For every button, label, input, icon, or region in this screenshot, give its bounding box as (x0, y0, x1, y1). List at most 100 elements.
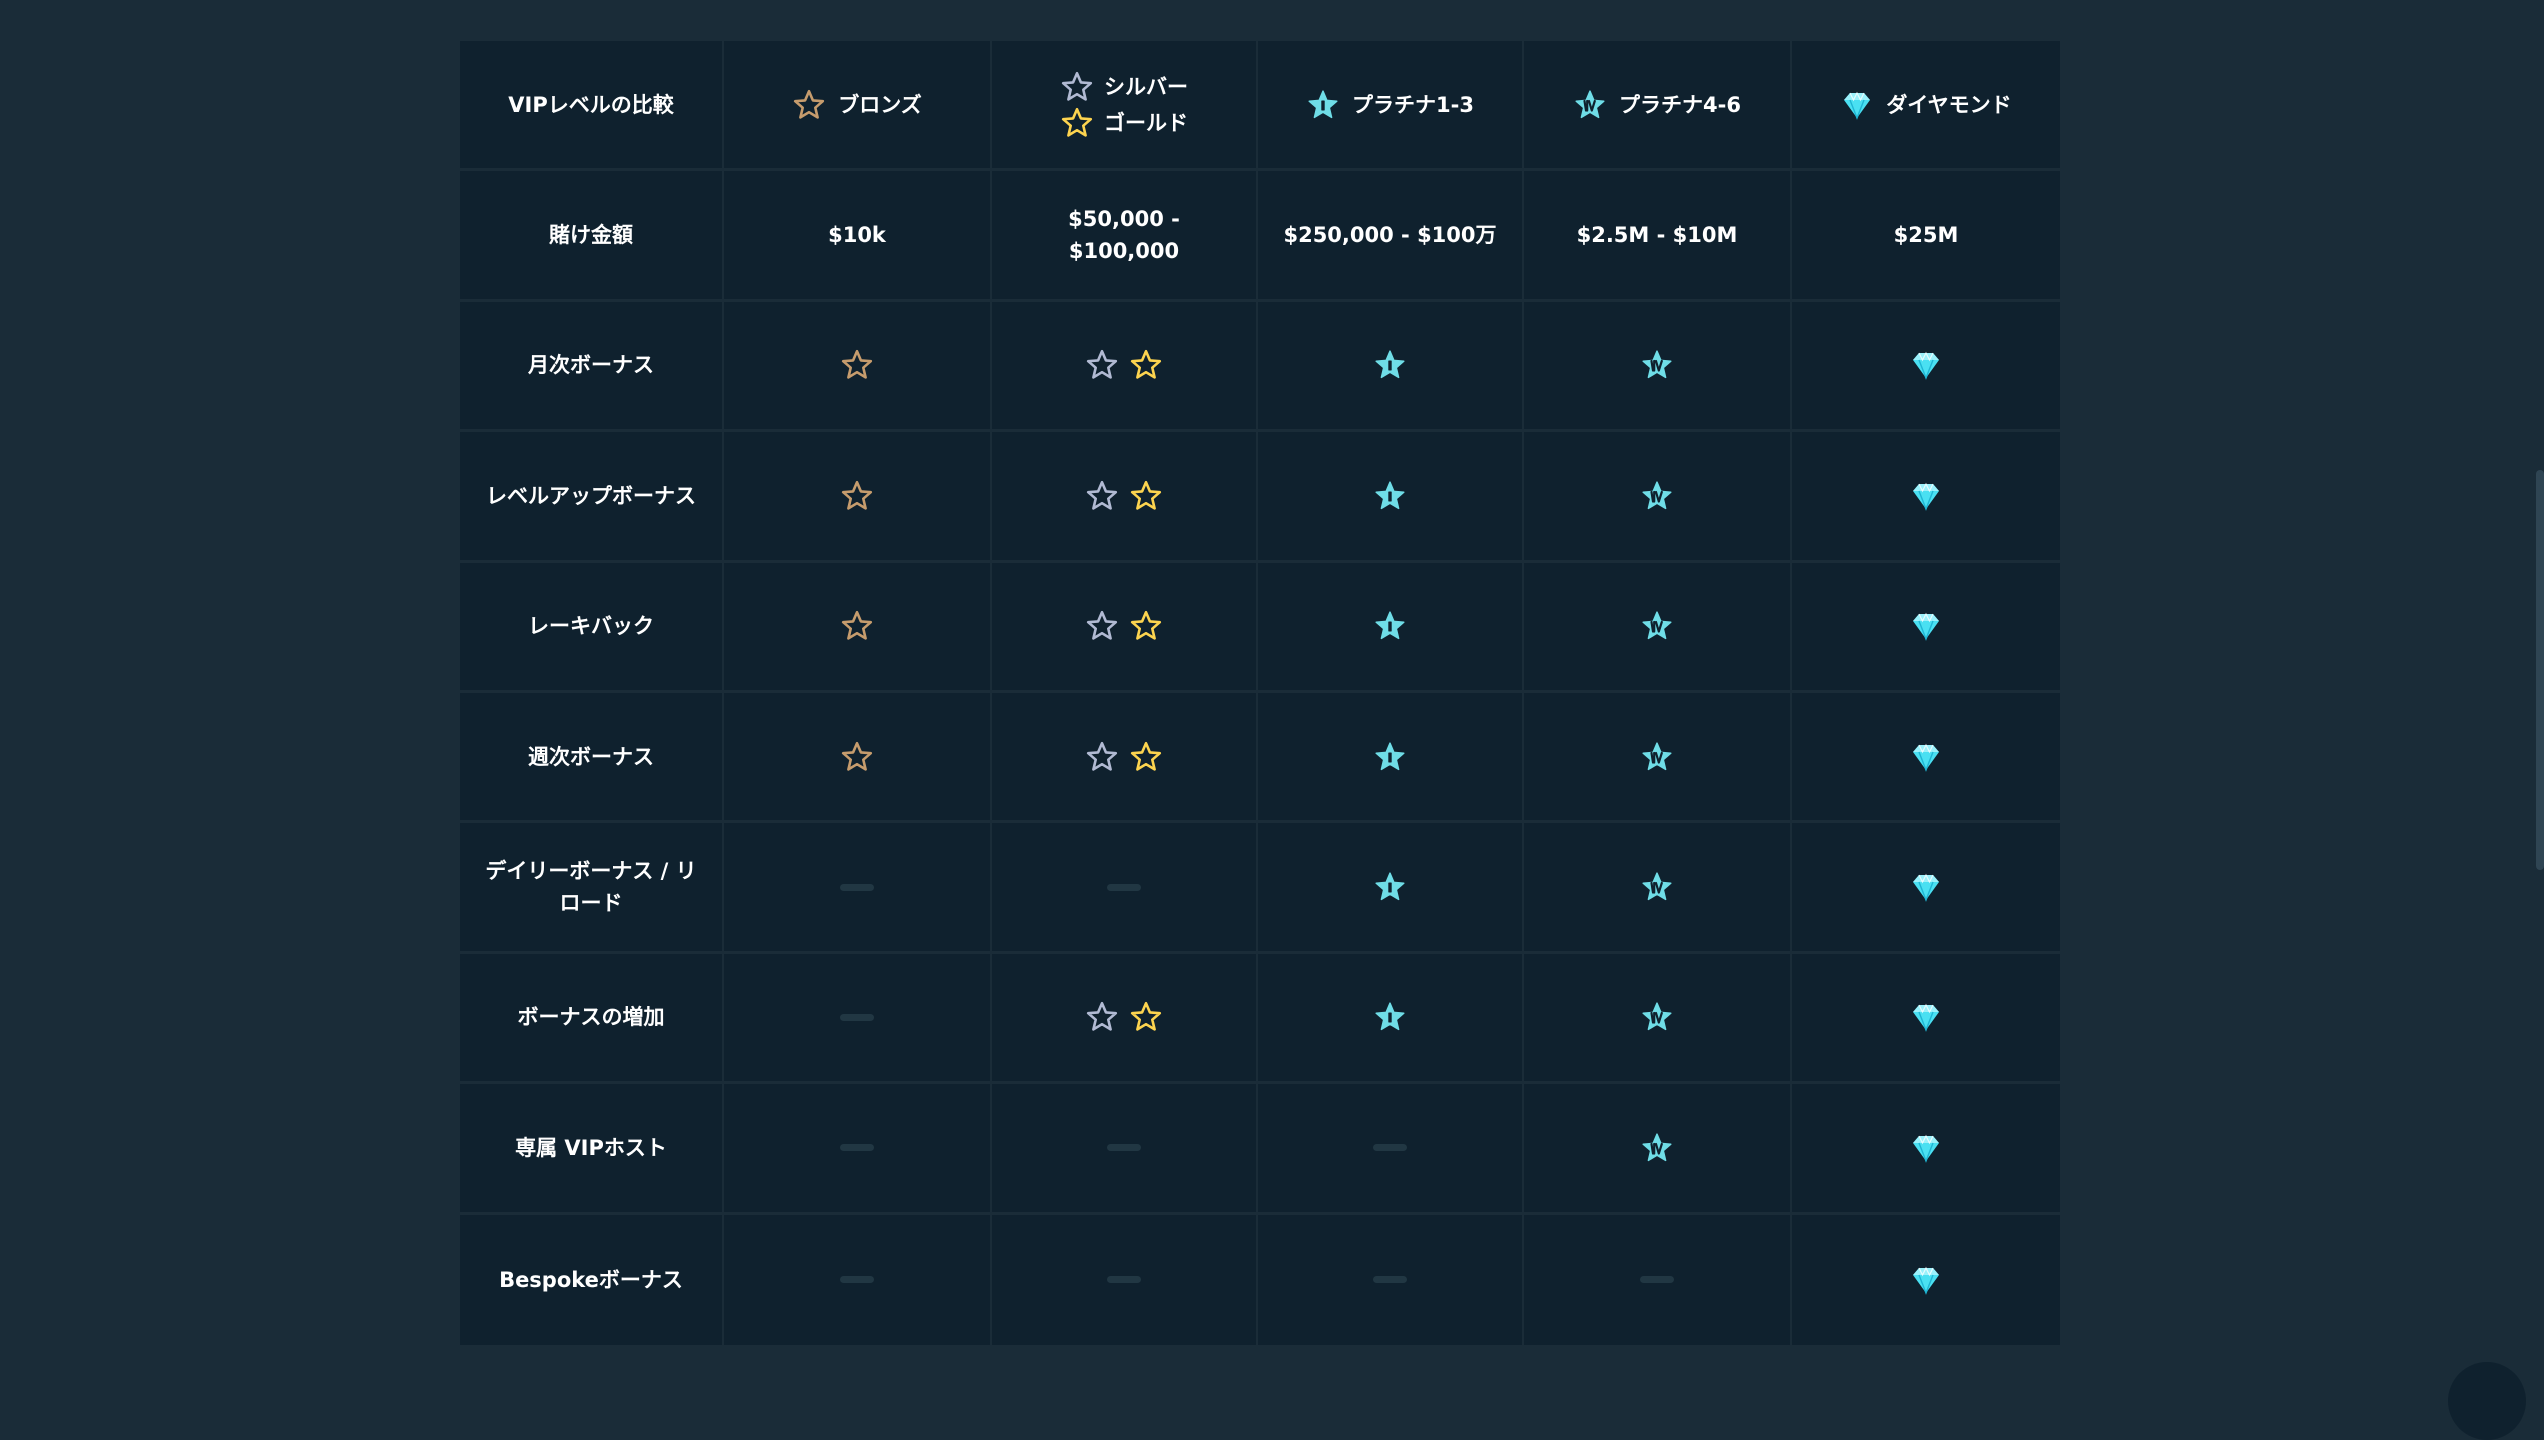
chat-help-button[interactable] (2448, 1362, 2526, 1440)
wager-value-text: $50,000 - $100,000 (1068, 207, 1180, 264)
wager-value-text: $25M (1893, 223, 1959, 248)
feature-cell-platinum-4-6 (1524, 692, 1792, 824)
wager-value-diamond: $25M (1792, 171, 2060, 302)
row-label-feature: 専属 VIPホスト (460, 1084, 724, 1215)
feature-cell-platinum-1-3 (1258, 692, 1524, 824)
row-label-feature: Bespokeボーナス (460, 1214, 724, 1345)
tier-label-bronze: ブロンズ (838, 92, 922, 117)
tier-icons (1640, 1131, 1674, 1165)
silver-star-icon (1086, 480, 1118, 510)
feature-cell-silver-gold (992, 1084, 1258, 1215)
wager-value-text: $250,000 - $100万 (1283, 223, 1497, 248)
feature-cell-bronze (724, 953, 992, 1085)
tier-label-silver: シルバー (1104, 74, 1188, 99)
diamond-icon (1913, 1134, 1939, 1163)
diamond-icon (1913, 352, 1939, 381)
diamond-icon (1913, 1266, 1939, 1295)
wager-value-platinum-1-3: $250,000 - $100万 (1258, 171, 1524, 302)
platinum-4-star-icon (1642, 350, 1672, 379)
feature-cell-silver-gold (992, 692, 1258, 824)
tier-icons (1373, 609, 1407, 643)
feature-cell-platinum-1-3 (1258, 432, 1524, 563)
row-label-feature: ボーナスの増加 (460, 953, 724, 1085)
feature-label-text: レベルアップボーナス (486, 483, 696, 508)
page-scrollbar[interactable] (2536, 470, 2544, 870)
header-tier-silver-gold: シルバー ゴールド (992, 41, 1258, 172)
tier-label-diamond: ダイヤモンド (1886, 92, 2012, 117)
tier-icons (1640, 479, 1674, 513)
row-label-feature: レベルアップボーナス (460, 432, 724, 563)
feature-cell-platinum-4-6 (1524, 562, 1792, 693)
not-available-dash-icon (1373, 1144, 1407, 1152)
feature-cell-platinum-4-6 (1524, 1214, 1792, 1345)
feature-cell-bronze (724, 1214, 992, 1345)
wager-value-silver-gold: $50,000 - $100,000 (992, 171, 1258, 302)
feature-cell-platinum-4-6 (1524, 432, 1792, 563)
header-tier-platinum-1-3: プラチナ1-3 (1258, 41, 1524, 172)
tier-label-platinum-4-6: プラチナ4-6 (1619, 92, 1741, 117)
feature-cell-platinum-4-6 (1524, 953, 1792, 1085)
feature-cell-platinum-4-6 (1524, 823, 1792, 954)
not-available-dash-icon (1107, 1276, 1141, 1284)
row-label-wager: 賭け金額 (460, 171, 724, 302)
bronze-star-icon (794, 89, 825, 119)
feature-cell-silver-gold (992, 432, 1258, 563)
feature-cell-platinum-4-6 (1524, 301, 1792, 433)
platinum-4-star-icon (1575, 90, 1605, 118)
feature-label-text: デイリーボーナス / リロード (485, 859, 697, 916)
silver-star-icon (1086, 741, 1118, 771)
feature-cell-diamond (1792, 954, 2060, 1085)
not-available-dash-icon (1107, 883, 1141, 891)
diamond-icon (1844, 91, 1871, 120)
feature-cell-platinum-1-3 (1258, 1084, 1524, 1215)
wager-label-text: 賭け金額 (549, 223, 633, 248)
tier-icons (1373, 348, 1407, 382)
tier-icons (1909, 479, 1943, 513)
feature-label-text: レーキバック (528, 614, 654, 639)
not-available-dash-icon (840, 1144, 874, 1152)
diamond-icon (1913, 612, 1939, 642)
tier-icons (1085, 1000, 1163, 1034)
header-tier-platinum-4-6: プラチナ4-6 (1524, 41, 1792, 172)
feature-cell-platinum-1-3 (1258, 1214, 1524, 1345)
wager-value-text: $10k (828, 223, 886, 248)
tier-icons (1909, 1263, 1943, 1297)
gold-star-icon (1130, 350, 1162, 380)
platinum-4-star-icon (1642, 611, 1672, 640)
tier-icons (1085, 740, 1163, 774)
gold-star-icon (1130, 480, 1162, 510)
header-compare-label: VIPレベルの比較 (460, 41, 724, 172)
diamond-icon (1913, 743, 1939, 772)
tier-icons (1085, 609, 1163, 643)
row-label-feature: レーキバック (460, 562, 724, 693)
feature-label-text: Bespokeボーナス (499, 1267, 683, 1292)
not-available-dash-icon (840, 1013, 874, 1021)
platinum-1-star-icon (1308, 90, 1338, 118)
header-tier-bronze: ブロンズ (724, 41, 992, 172)
tier-label-platinum-1-3: プラチナ1-3 (1352, 92, 1474, 117)
tier-icons (1640, 609, 1674, 643)
feature-cell-diamond (1792, 432, 2060, 563)
bronze-star-icon (841, 350, 873, 380)
feature-cell-bronze (724, 692, 992, 824)
bronze-star-icon (841, 480, 873, 510)
feature-cell-silver-gold (992, 562, 1258, 693)
tier-icons (1909, 870, 1943, 904)
tier-icons (840, 609, 874, 643)
vip-comparison-table: VIPレベルの比較 ブロンズ シルバー ゴールド プラチナ1-3 プラチナ4-6… (460, 41, 2060, 1345)
tier-icons (1373, 479, 1407, 513)
tier-icons (840, 479, 874, 513)
feature-cell-silver-gold (992, 953, 1258, 1085)
wager-value-text: $2.5M - $10M (1576, 223, 1738, 248)
bronze-star-icon (841, 741, 873, 771)
feature-cell-platinum-1-3 (1258, 953, 1524, 1085)
tier-icons (1909, 1131, 1943, 1165)
feature-cell-platinum-1-3 (1258, 562, 1524, 693)
feature-cell-platinum-4-6 (1524, 1084, 1792, 1215)
platinum-4-star-icon (1642, 481, 1672, 510)
silver-star-icon (1086, 611, 1118, 640)
gold-star-icon (1061, 107, 1093, 137)
gold-star-icon (1130, 741, 1162, 771)
tier-icons (1085, 479, 1163, 513)
feature-cell-platinum-1-3 (1258, 823, 1524, 954)
